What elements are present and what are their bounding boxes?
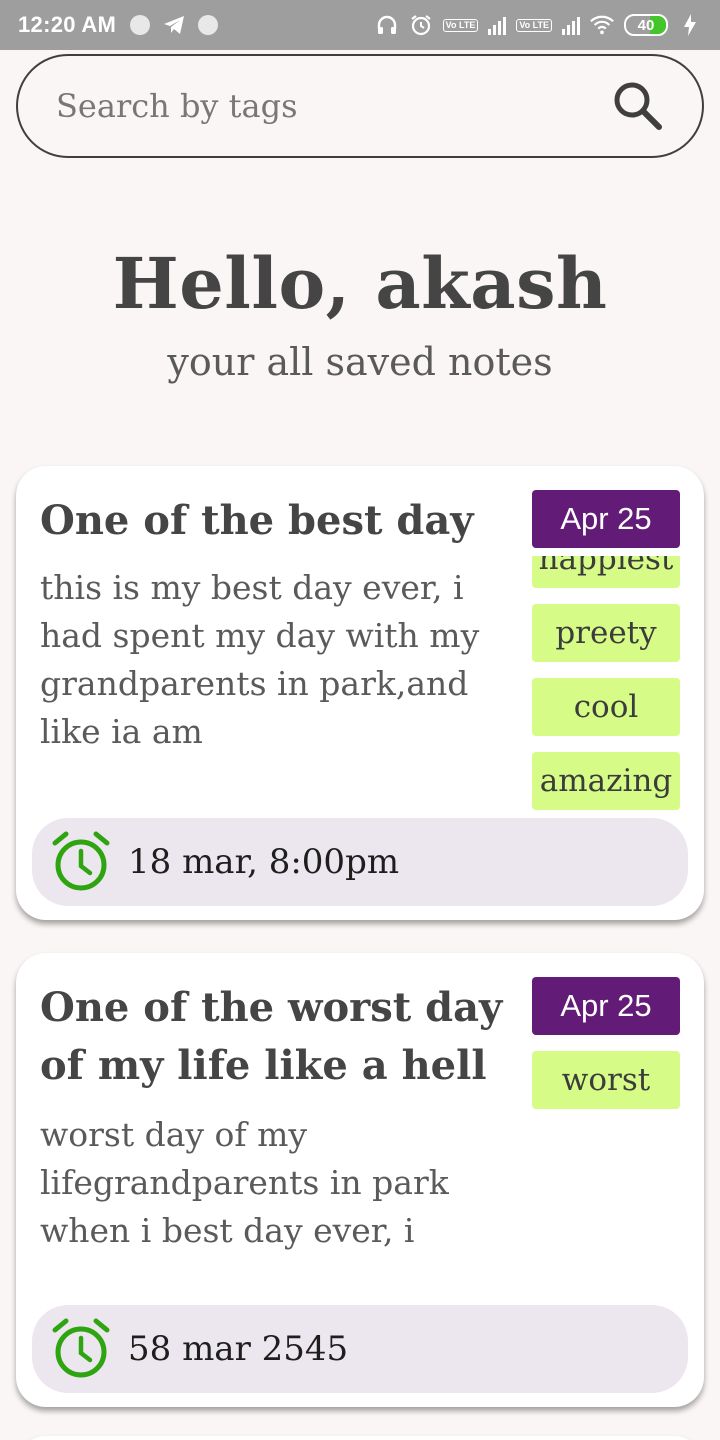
note-title: One of the best day: [40, 497, 474, 544]
battery-icon: 40: [624, 14, 668, 36]
greeting-title: Hello, akash: [112, 242, 608, 325]
reminder-bar[interactable]: 18 mar, 8:00pm: [32, 818, 688, 906]
wifi-icon: [590, 13, 614, 37]
volte-icon: Vo LTE: [442, 18, 479, 32]
search-input[interactable]: [56, 87, 610, 125]
greeting-subtitle: your all saved notes: [167, 340, 553, 384]
note-title: One of the worst day of my life like a h…: [40, 984, 503, 1089]
reminder-time: 58 mar 2545: [128, 1329, 349, 1369]
note-card[interactable]: [16, 1436, 704, 1440]
note-tags: worst: [532, 1051, 680, 1111]
note-body: this is my best day ever, i had spent my…: [40, 568, 480, 751]
tag-chip[interactable]: worst: [532, 1051, 680, 1109]
tag-chip[interactable]: preety: [532, 604, 680, 662]
signal-strength-icon: [488, 15, 507, 35]
alarm-clock-icon: [50, 831, 112, 893]
alarm-clock-icon: [50, 1318, 112, 1380]
signal-strength-icon: [562, 15, 580, 35]
note-date-badge: Apr 25: [532, 977, 680, 1035]
note-body: worst day of my lifegrandparents in park…: [40, 1115, 449, 1250]
tag-chip[interactable]: cool: [532, 678, 680, 736]
volte-icon: Vo LTE: [516, 18, 552, 32]
notification-dot-icon: [130, 15, 151, 35]
tag-chip[interactable]: amazing: [532, 752, 680, 810]
note-card[interactable]: One of the worst day of my life like a h…: [16, 953, 704, 1407]
notification-dot-icon: [198, 15, 219, 35]
charging-icon: [678, 13, 702, 37]
telegram-icon: [162, 13, 186, 37]
battery-level: 40: [637, 16, 655, 34]
tag-chip[interactable]: happiest: [532, 556, 680, 588]
alarm-status-icon: [409, 13, 433, 37]
status-bar: 12:20 AM Vo LTE Vo LTE 40: [0, 0, 720, 50]
reminder-time: 18 mar, 8:00pm: [128, 842, 400, 882]
search-bar[interactable]: [16, 54, 704, 158]
headphones-icon: [375, 13, 399, 37]
status-time: 12:20 AM: [18, 12, 117, 37]
note-card[interactable]: One of the best day this is my best day …: [16, 466, 704, 920]
reminder-bar[interactable]: 58 mar 2545: [32, 1305, 688, 1393]
note-tags: happiest preety cool amazing: [532, 556, 680, 812]
status-right-icons: Vo LTE Vo LTE 40: [375, 13, 702, 37]
search-icon[interactable]: [610, 78, 666, 134]
status-left-icons: [130, 13, 219, 37]
note-date-badge: Apr 25: [532, 490, 680, 548]
